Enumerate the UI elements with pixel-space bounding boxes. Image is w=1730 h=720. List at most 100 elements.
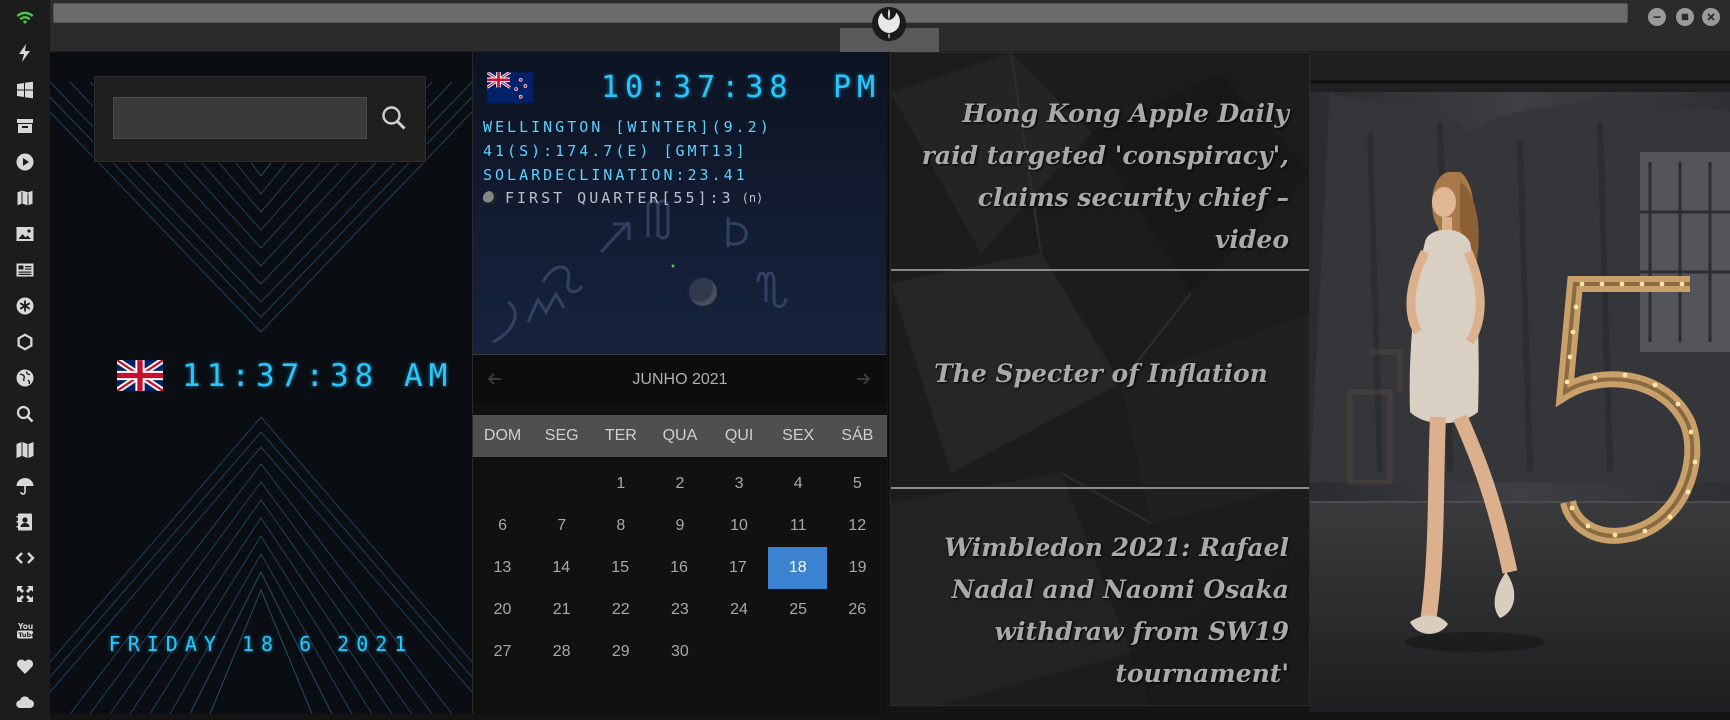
calendar-day[interactable]: 12 <box>828 505 887 547</box>
calendar-day[interactable] <box>710 631 769 673</box>
uk-flag-icon <box>117 360 163 391</box>
moon-phase-text: FIRST QUARTER[55]:3 <box>505 189 734 207</box>
globe-icon[interactable] <box>13 366 37 390</box>
map-book-icon[interactable] <box>13 186 37 210</box>
calendar-day[interactable]: 1 <box>591 463 650 505</box>
maximize-button[interactable] <box>1676 8 1694 26</box>
news-separator <box>891 269 1309 271</box>
windows-icon[interactable] <box>13 78 37 102</box>
calendar-day[interactable]: 14 <box>532 547 591 589</box>
calendar-week: 27 28 29 30 <box>473 631 887 673</box>
calendar-header: JUNHO 2021 <box>473 355 887 405</box>
calendar-week: 6 7 8 9 10 11 12 <box>473 505 887 547</box>
calendar-week: 1 2 3 4 5 <box>473 463 887 505</box>
cloud-icon[interactable] <box>13 690 37 714</box>
logo-tab[interactable] <box>840 0 939 52</box>
calendar-day[interactable]: 7 <box>532 505 591 547</box>
next-month-button[interactable] <box>851 367 875 391</box>
calendar-day[interactable]: 4 <box>769 463 828 505</box>
map-icon[interactable] <box>13 438 37 462</box>
calendar-week: 20 21 22 23 24 25 26 <box>473 589 887 631</box>
search-button[interactable] <box>377 101 411 135</box>
calendar-day[interactable]: 22 <box>591 589 650 631</box>
hexagon-icon[interactable] <box>13 330 37 354</box>
weekday-label: SÁB <box>841 427 874 444</box>
location-line: WELLINGTON [WINTER](9.2) <box>483 118 772 136</box>
search-icon <box>382 106 406 130</box>
umbrella-icon[interactable] <box>13 474 37 498</box>
fashion-photo <box>1310 52 1730 712</box>
calendar-day[interactable]: 30 <box>650 631 709 673</box>
calendar-day[interactable] <box>473 463 532 505</box>
calendar-day[interactable]: 25 <box>769 589 828 631</box>
calendar-day[interactable]: 17 <box>708 547 767 589</box>
youtube-icon[interactable]: You Tube <box>13 618 37 642</box>
wifi-icon[interactable] <box>13 6 37 30</box>
calendar-title: JUNHO 2021 <box>632 371 728 388</box>
solar-declination-line: SOLARDECLINATION:23.41 <box>483 166 748 184</box>
moon-phase-suffix: (n) <box>741 191 764 205</box>
uk-date: FRIDAY 18 6 2021 <box>108 632 414 656</box>
archive-icon[interactable] <box>13 114 37 138</box>
weekday-label: QUI <box>724 427 754 444</box>
sidebar: You Tube <box>0 0 50 720</box>
calendar-day[interactable]: 23 <box>650 589 709 631</box>
calendar-day[interactable]: 8 <box>591 505 650 547</box>
coordinates-line: 41(S):174.7(E) [GMT13] <box>483 142 748 160</box>
news-headline[interactable]: Hong Kong Apple Daily raid targeted 'con… <box>891 93 1309 261</box>
code-icon[interactable] <box>13 546 37 570</box>
contacts-icon[interactable] <box>13 510 37 534</box>
calendar-day[interactable]: 11 <box>769 505 828 547</box>
moon-phase-line: FIRST QUARTER[55]:3 (n) <box>483 189 763 207</box>
calendar-day[interactable] <box>532 463 591 505</box>
search-box <box>94 76 426 162</box>
uk-time: 11:37:38 AM <box>182 358 454 394</box>
calendar-day[interactable]: 5 <box>828 463 887 505</box>
news-panel: Hong Kong Apple Daily raid targeted 'con… <box>890 52 1310 706</box>
minimize-button[interactable] <box>1648 8 1666 26</box>
astro-panel: 10:37:38 PM WELLINGTON [WINTER](9.2) 41(… <box>472 52 886 354</box>
calendar-day[interactable]: 21 <box>532 589 591 631</box>
calendar-day[interactable]: 15 <box>591 547 650 589</box>
calendar-day[interactable]: 13 <box>473 547 532 589</box>
weekday-label: SEG <box>544 427 579 444</box>
news-icon[interactable] <box>13 258 37 282</box>
search-icon[interactable] <box>13 402 37 426</box>
calendar-grid: 1 2 3 4 5 6 7 8 9 10 11 12 13 14 15 16 1… <box>473 463 887 673</box>
calendar-day[interactable] <box>828 631 887 673</box>
calendar-week: 13 14 15 16 17 18 19 <box>473 547 887 589</box>
calendar-day[interactable]: 6 <box>473 505 532 547</box>
calendar-day[interactable]: 27 <box>473 631 532 673</box>
calendar: JUNHO 2021 DOM SEG TER QUA QUI SEX SÁB 1… <box>472 354 887 714</box>
calendar-day[interactable]: 20 <box>473 589 532 631</box>
lightning-icon[interactable] <box>13 41 37 65</box>
calendar-day[interactable]: 10 <box>710 505 769 547</box>
rebel-alliance-icon <box>871 6 907 42</box>
calendar-day[interactable]: 24 <box>710 589 769 631</box>
image-icon[interactable] <box>13 222 37 246</box>
calendar-day[interactable]: 9 <box>650 505 709 547</box>
calendar-day[interactable]: 3 <box>710 463 769 505</box>
calendar-day[interactable]: 2 <box>650 463 709 505</box>
weekday-header: DOM SEG TER QUA QUI SEX SÁB <box>473 415 887 457</box>
calendar-day[interactable]: 16 <box>650 547 709 589</box>
calendar-day-today[interactable]: 18 <box>768 547 828 589</box>
news-headline[interactable]: The Specter of Inflation <box>891 353 1309 395</box>
close-button[interactable] <box>1702 8 1720 26</box>
expand-icon[interactable] <box>13 582 37 606</box>
photo-panel[interactable] <box>1310 52 1730 712</box>
nz-time: 10:37:38 <box>601 70 794 105</box>
nz-flag-icon <box>487 72 533 103</box>
calendar-day[interactable]: 19 <box>828 547 887 589</box>
play-icon[interactable] <box>13 150 37 174</box>
heart-icon[interactable] <box>13 654 37 678</box>
asterisk-icon[interactable] <box>13 294 37 318</box>
calendar-day[interactable]: 28 <box>532 631 591 673</box>
svg-text:You: You <box>17 622 33 631</box>
calendar-day[interactable]: 26 <box>828 589 887 631</box>
calendar-day[interactable] <box>769 631 828 673</box>
calendar-day[interactable]: 29 <box>591 631 650 673</box>
weekday-label: SEX <box>782 427 815 444</box>
search-input[interactable] <box>113 97 367 139</box>
news-headline[interactable]: Wimbledon 2021: Rafael Nadal and Naomi O… <box>891 527 1309 695</box>
